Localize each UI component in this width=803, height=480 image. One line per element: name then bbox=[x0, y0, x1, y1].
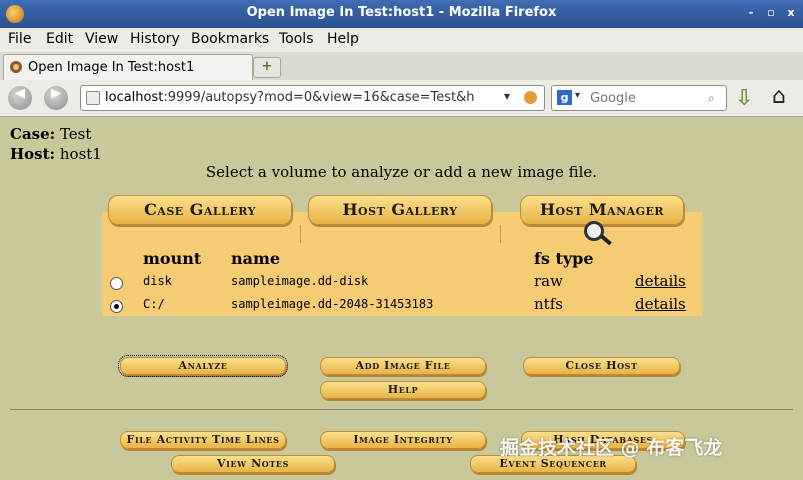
menu-help[interactable]: Help bbox=[327, 31, 359, 47]
case-label: Case: bbox=[10, 125, 56, 143]
close-window-button[interactable]: x bbox=[784, 6, 798, 20]
column-name: name bbox=[231, 249, 281, 268]
row-fs-type: ntfs bbox=[534, 295, 563, 313]
host-info: Host: host1 bbox=[10, 145, 102, 163]
file-activity-button[interactable]: File Activity Time Lines bbox=[120, 431, 286, 449]
feed-icon[interactable] bbox=[524, 91, 537, 104]
image-integrity-button[interactable]: Image Integrity bbox=[320, 431, 486, 449]
row-mount: C:/ bbox=[143, 297, 165, 311]
add-image-file-button[interactable]: Add Image File bbox=[320, 357, 486, 375]
close-host-button[interactable]: Close Host bbox=[523, 357, 680, 375]
tab-label: Open Image In Test:host1 bbox=[28, 60, 195, 75]
download-icon[interactable]: ⇩ bbox=[735, 86, 753, 111]
window-title-bar: Open Image In Test:host1 - Mozilla Firef… bbox=[0, 0, 803, 28]
page-content: Case: Test Host: host1 Select a volume t… bbox=[0, 117, 803, 480]
maximize-button[interactable]: ▫ bbox=[764, 6, 778, 20]
new-tab-button[interactable]: + bbox=[253, 57, 281, 78]
url-host: localhost bbox=[105, 90, 164, 105]
analyze-button[interactable]: Analyze bbox=[118, 355, 288, 377]
url-dropdown-icon[interactable]: ▾ bbox=[504, 89, 510, 103]
navigation-toolbar: ◀ ▶ localhost:9999/autopsy?mod=0&view=16… bbox=[0, 80, 803, 117]
menu-bookmarks[interactable]: Bookmarks bbox=[191, 31, 269, 47]
search-input[interactable] bbox=[588, 89, 710, 108]
view-notes-button[interactable]: View Notes bbox=[171, 455, 335, 473]
host-gallery-button[interactable]: Host Gallery bbox=[308, 195, 492, 225]
details-link[interactable]: details bbox=[635, 295, 686, 313]
divider bbox=[10, 409, 793, 410]
home-icon[interactable]: ⌂ bbox=[772, 84, 786, 109]
case-value: Test bbox=[59, 125, 92, 143]
host-label: Host: bbox=[10, 145, 56, 163]
volume-radio-c[interactable] bbox=[110, 300, 123, 313]
host-value: host1 bbox=[59, 145, 102, 163]
row-name: sampleimage.dd-2048-31453183 bbox=[231, 297, 434, 311]
search-icon[interactable]: ⌕ bbox=[708, 91, 715, 106]
column-mount: mount bbox=[143, 249, 202, 268]
google-engine-icon[interactable]: g bbox=[557, 90, 572, 105]
tab-strip: Open Image In Test:host1 + bbox=[0, 52, 803, 81]
tab-divider bbox=[300, 225, 301, 243]
menu-file[interactable]: File bbox=[8, 31, 31, 47]
case-gallery-button[interactable]: Case Gallery bbox=[108, 195, 292, 225]
url-bar[interactable]: localhost:9999/autopsy?mod=0&view=16&cas… bbox=[80, 85, 545, 111]
tab-divider bbox=[500, 225, 501, 243]
watermark-text: 掘金技术社区 @ 布客飞龙 bbox=[500, 437, 723, 459]
menu-view[interactable]: View bbox=[85, 31, 118, 47]
menu-tools[interactable]: Tools bbox=[279, 31, 314, 47]
menu-history[interactable]: History bbox=[130, 31, 180, 47]
forward-icon[interactable]: ▶ bbox=[44, 86, 68, 110]
instruction-text: Select a volume to analyze or add a new … bbox=[205, 163, 598, 181]
row-fs-type: raw bbox=[534, 272, 563, 290]
engine-dropdown-icon[interactable]: ▾ bbox=[575, 90, 580, 101]
help-button[interactable]: Help bbox=[320, 381, 486, 399]
search-bar[interactable]: g ▾ ⌕ bbox=[551, 85, 727, 111]
case-info: Case: Test bbox=[10, 125, 91, 143]
minimize-button[interactable]: - bbox=[744, 6, 758, 20]
details-link[interactable]: details bbox=[635, 272, 686, 290]
row-mount: disk bbox=[143, 274, 172, 288]
menu-bar: File Edit View History Bookmarks Tools H… bbox=[0, 28, 803, 52]
row-name: sampleimage.dd-disk bbox=[231, 274, 369, 288]
url-path: :9999/autopsy?mod=0&view=16&case=Test&h bbox=[163, 90, 475, 105]
window-title: Open Image In Test:host1 - Mozilla Firef… bbox=[246, 5, 557, 20]
back-icon[interactable]: ◀ bbox=[8, 86, 32, 110]
site-identity-icon bbox=[86, 91, 100, 105]
tab-open-image[interactable]: Open Image In Test:host1 bbox=[3, 54, 253, 80]
menu-edit[interactable]: Edit bbox=[46, 31, 73, 47]
host-manager-button[interactable]: Host Manager bbox=[520, 195, 684, 225]
column-fs-type: fs type bbox=[534, 249, 594, 268]
url-text[interactable]: localhost:9999/autopsy?mod=0&view=16&cas… bbox=[105, 90, 495, 105]
volume-radio-disk[interactable] bbox=[110, 277, 123, 290]
autopsy-favicon-icon bbox=[10, 61, 22, 73]
